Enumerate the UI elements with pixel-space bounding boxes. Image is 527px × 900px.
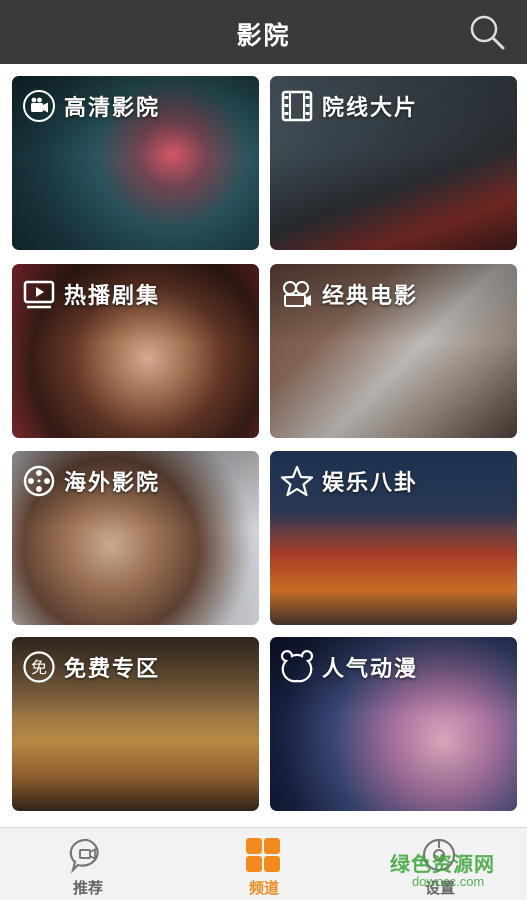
tab-label: 推荐 xyxy=(72,879,103,897)
category-label: 院线大片 xyxy=(322,96,419,121)
category-card-classic-movies[interactable]: 经典电影 xyxy=(270,264,517,438)
grid-icon xyxy=(244,836,282,874)
category-card-free-zone[interactable]: 免 免费专区 xyxy=(12,637,259,811)
category-label: 经典电影 xyxy=(322,284,419,309)
search-icon[interactable] xyxy=(468,13,506,51)
category-card-hd-cinema[interactable]: 高清影院 xyxy=(12,76,259,250)
bear-face-icon xyxy=(280,650,314,684)
tab-recommend[interactable]: 推荐 xyxy=(0,828,176,900)
category-label: 娱乐八卦 xyxy=(322,471,419,496)
category-grid: 高清影院 院线大片 热播剧集 经典电影 海外影院 娱乐八卦 免 免费专区 人气动… xyxy=(0,64,527,827)
category-label: 免费专区 xyxy=(64,657,161,682)
watermark-title: 绿色资源网 xyxy=(390,852,495,876)
category-label: 海外影院 xyxy=(64,471,161,496)
star-icon xyxy=(280,464,314,498)
category-card-overseas-cinema[interactable]: 海外影院 xyxy=(12,451,259,625)
category-card-blockbusters[interactable]: 院线大片 xyxy=(270,76,517,250)
category-label: 热播剧集 xyxy=(64,284,161,309)
category-card-entertainment-gossip[interactable]: 娱乐八卦 xyxy=(270,451,517,625)
watermark: 绿色资源网 downcc.com xyxy=(390,848,520,892)
tab-label: 频道 xyxy=(248,879,279,897)
page-title: 影院 xyxy=(236,21,291,50)
camera-icon xyxy=(22,89,56,123)
category-card-popular-anime[interactable]: 人气动漫 xyxy=(270,637,517,811)
category-label: 人气动漫 xyxy=(322,657,419,682)
video-chat-icon xyxy=(68,836,106,874)
film-reel-icon xyxy=(22,464,56,498)
category-card-hot-series[interactable]: 热播剧集 xyxy=(12,264,259,438)
top-bar: 影院 xyxy=(0,0,527,64)
svg-text:免: 免 xyxy=(31,658,47,677)
film-projector-icon xyxy=(280,277,314,311)
free-badge-icon: 免 xyxy=(22,650,56,684)
watermark-url: downcc.com xyxy=(412,874,485,889)
tab-channels[interactable]: 频道 xyxy=(176,828,352,900)
category-label: 高清影院 xyxy=(64,96,161,121)
film-strip-icon xyxy=(280,89,314,123)
play-screen-icon xyxy=(22,277,56,311)
